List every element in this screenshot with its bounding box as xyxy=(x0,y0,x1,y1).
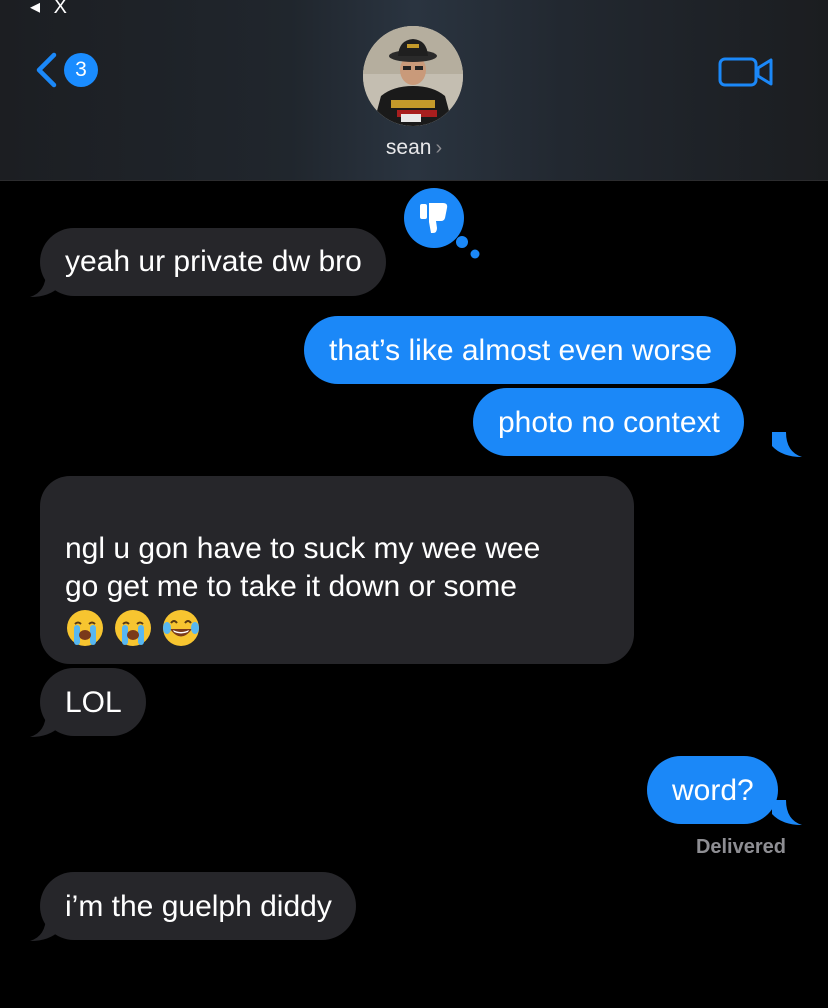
delivery-status: Delivered xyxy=(695,836,786,858)
message-text: LOL xyxy=(65,686,122,719)
unread-count-badge: 3 xyxy=(64,53,98,87)
message-text: that’s like almost even worse xyxy=(329,334,712,367)
message-text-line: go get me to take it down or some xyxy=(65,570,517,603)
message-bubble-outgoing[interactable]: word? xyxy=(647,756,778,824)
bubble-tail xyxy=(30,272,60,297)
contact-name-button[interactable]: sean › xyxy=(0,136,828,160)
bubble-tail xyxy=(772,800,802,825)
conversation-header: ◂ X 3 sean › xyxy=(0,0,828,181)
bubble-tail xyxy=(772,432,802,457)
contact-name: sean xyxy=(385,136,432,159)
message-text: yeah ur private dw bro xyxy=(65,245,362,278)
chevron-left-icon xyxy=(36,52,57,88)
loudly-crying-face-icon xyxy=(67,610,103,646)
thumbs-down-reaction-icon[interactable] xyxy=(400,184,484,264)
tears-of-joy-face-icon xyxy=(163,610,199,646)
contact-photo xyxy=(363,26,463,126)
message-bubble-outgoing[interactable]: that’s like almost even worse xyxy=(304,316,736,384)
message-bubble-incoming[interactable]: ngl u gon have to suck my wee wee go get… xyxy=(40,476,634,664)
message-text: photo no context xyxy=(498,406,720,439)
avatar[interactable] xyxy=(363,26,463,126)
message-bubble-incoming[interactable]: i’m the guelph diddy xyxy=(40,872,356,940)
message-bubble-outgoing[interactable]: photo no context xyxy=(473,388,744,456)
loudly-crying-face-icon xyxy=(115,610,151,646)
message-text: word? xyxy=(672,774,754,807)
message-text: i’m the guelph diddy xyxy=(65,890,332,923)
message-bubble-incoming[interactable]: yeah ur private dw bro xyxy=(40,228,386,296)
chevron-right-icon: › xyxy=(435,137,443,159)
bubble-tail xyxy=(30,916,60,941)
status-bar-remnant: ◂ X xyxy=(30,0,71,18)
emoji-row xyxy=(65,608,610,648)
video-camera-icon[interactable] xyxy=(718,56,774,88)
bubble-tail xyxy=(30,712,60,737)
back-button[interactable]: 3 xyxy=(32,52,98,88)
message-text-line: ngl u gon have to suck my wee wee xyxy=(65,532,541,565)
